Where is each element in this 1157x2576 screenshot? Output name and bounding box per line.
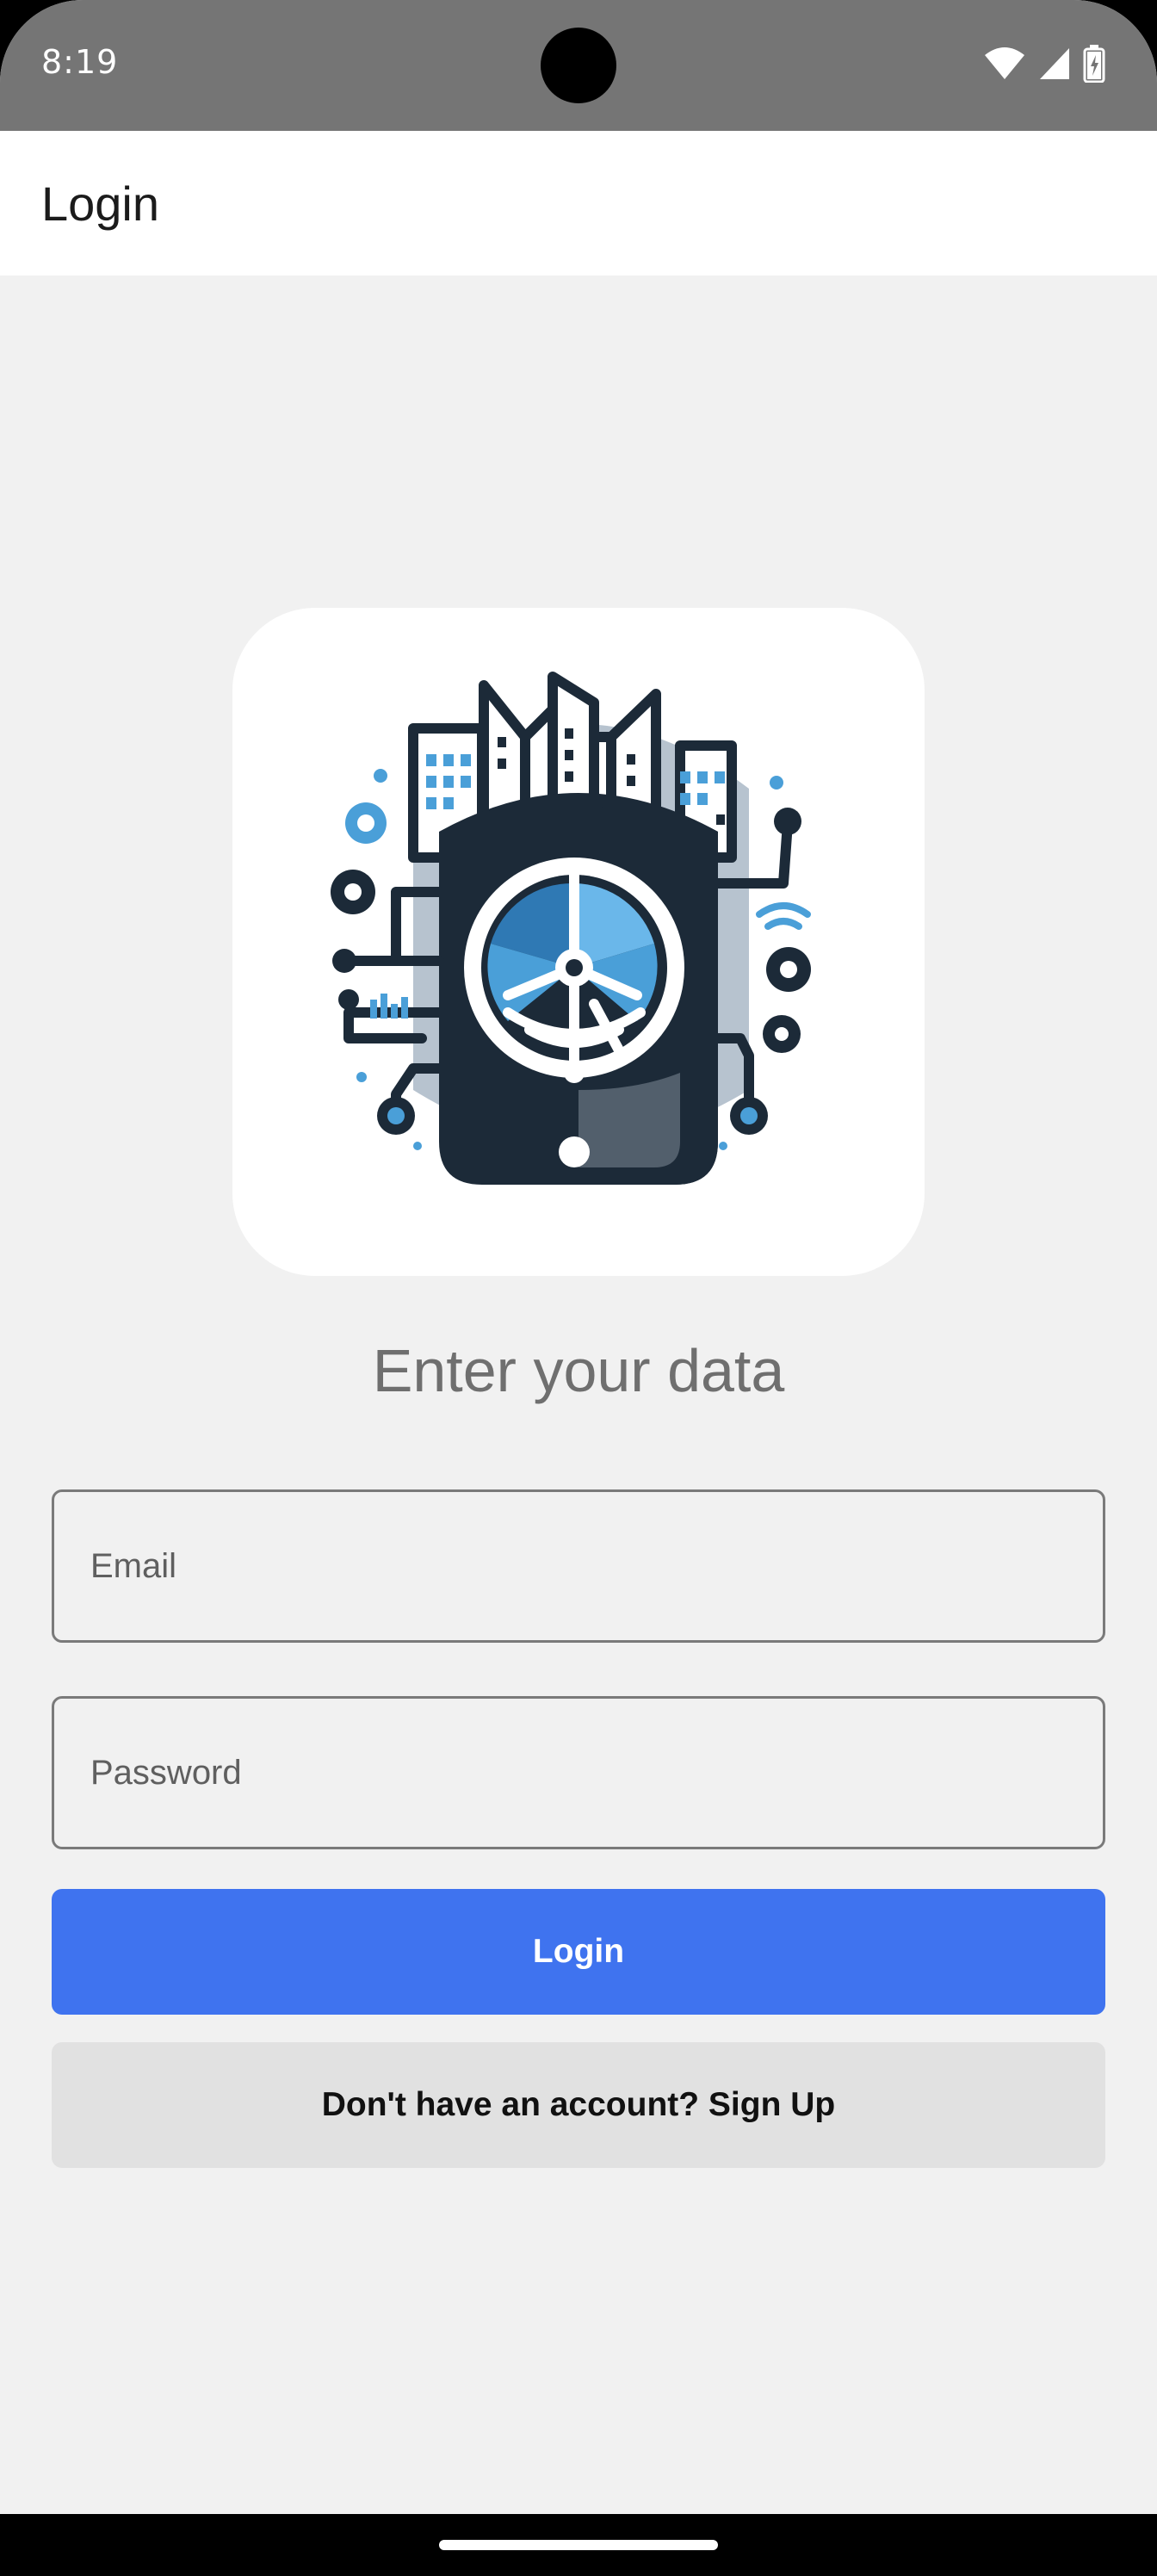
email-field[interactable] xyxy=(52,1489,1105,1643)
battery-charging-icon xyxy=(1083,44,1105,87)
app-bar: Login xyxy=(0,131,1157,276)
wifi-icon xyxy=(983,46,1026,85)
page-title: Login xyxy=(41,176,160,231)
logo-card xyxy=(232,608,925,1276)
status-icons xyxy=(983,44,1105,87)
app-screen: 8:19 Login Enter your data Email Login D… xyxy=(0,0,1157,2576)
login-button[interactable]: Login xyxy=(52,1889,1105,2015)
status-time: 8:19 xyxy=(41,43,119,81)
form-subtitle: Enter your data xyxy=(372,1337,785,1404)
status-bar: 8:19 xyxy=(0,0,1157,131)
camera-cutout xyxy=(541,28,616,103)
sign-up-button[interactable]: Don't have an account? Sign Up xyxy=(52,2042,1105,2168)
password-field[interactable] xyxy=(52,1696,1105,1849)
home-indicator[interactable] xyxy=(439,2540,718,2550)
smart-city-tech-logo-icon xyxy=(331,672,811,1185)
signal-icon xyxy=(1038,46,1071,85)
